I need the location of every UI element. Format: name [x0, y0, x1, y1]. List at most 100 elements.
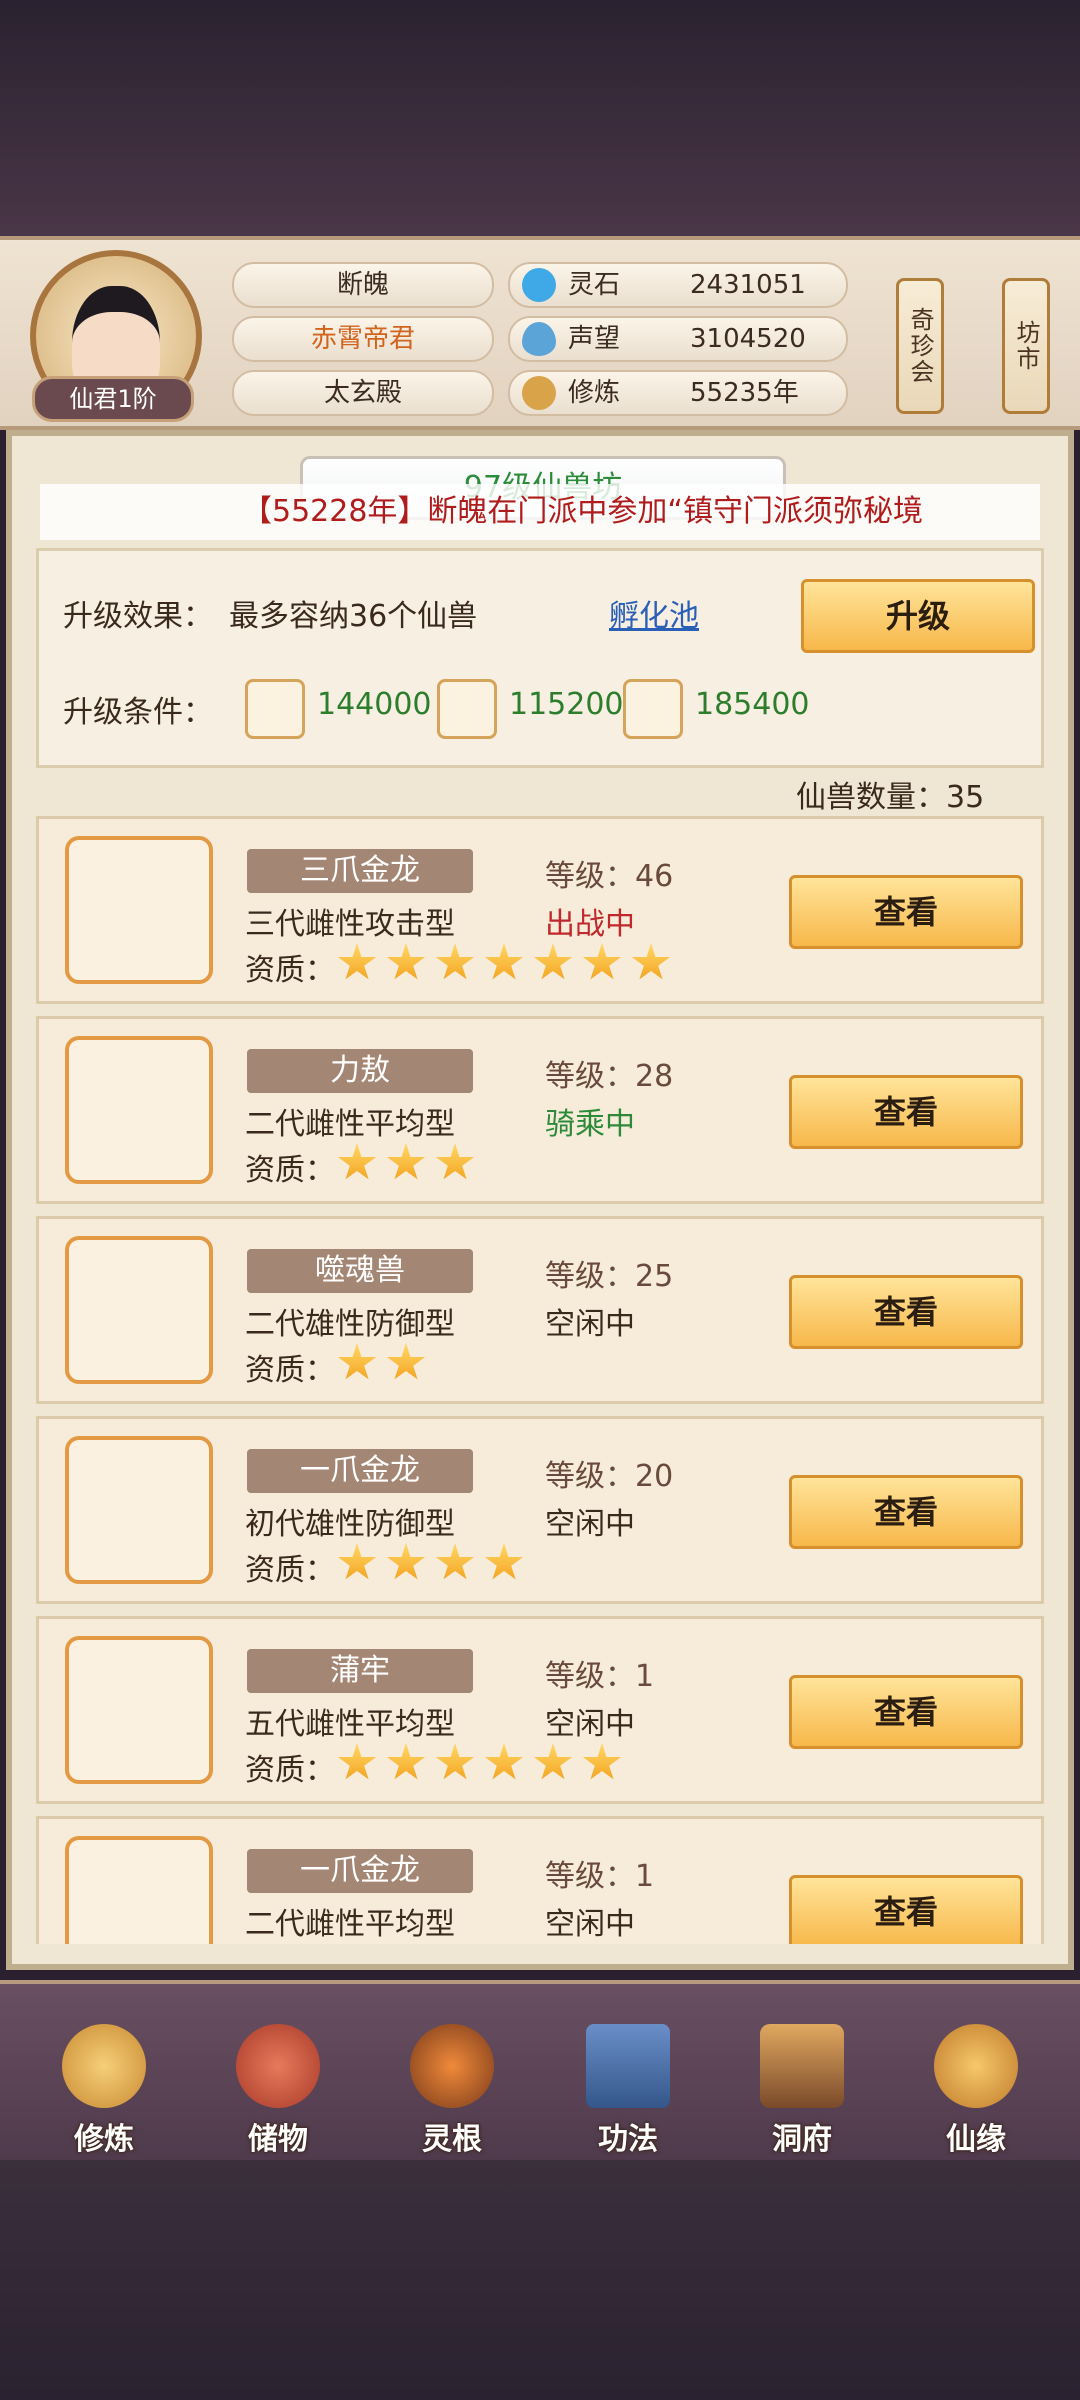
beast-card: 蒲牢 五代雌性平均型 资质： 等级：1 空闲中 查看	[36, 1616, 1044, 1804]
beast-card: 一爪金龙 二代雌性平均型 等级：1 空闲中 查看	[36, 1816, 1044, 1944]
star-icon	[386, 1143, 426, 1180]
view-button[interactable]: 查看	[789, 1875, 1023, 1944]
quality-stars	[337, 1743, 631, 1785]
view-button[interactable]: 查看	[789, 1675, 1023, 1749]
view-button[interactable]: 查看	[789, 1275, 1023, 1349]
hatching-pool-link[interactable]: 孵化池	[609, 591, 699, 635]
star-icon	[386, 1743, 426, 1780]
star-icon	[484, 1543, 524, 1580]
nav-item-spirit-root[interactable]: 灵根	[372, 1984, 532, 2164]
star-icon	[484, 943, 524, 980]
beast-status: 出战中	[545, 907, 635, 942]
beast-name: 一爪金龙	[247, 1849, 473, 1893]
quality-label: 资质：	[245, 1353, 335, 1388]
wood-icon	[437, 679, 497, 739]
upgrade-button[interactable]: 升级	[801, 579, 1035, 653]
bottom-background	[0, 2160, 1080, 2400]
treasure-fair-button[interactable]: 奇珍会	[896, 278, 944, 414]
star-icon	[435, 1543, 475, 1580]
gourd-icon	[934, 2024, 1018, 2108]
resource-value: 55235年	[690, 378, 799, 408]
quality-stars	[337, 1143, 484, 1185]
beast-type: 三代雌性攻击型	[245, 907, 455, 942]
cultivation-icon	[522, 376, 556, 410]
pulao-icon[interactable]	[65, 1636, 213, 1784]
beast-type: 初代雄性防御型	[245, 1507, 455, 1542]
golden-dragon-icon[interactable]	[65, 1836, 213, 1944]
resource-reputation: 声望 3104520	[508, 316, 848, 362]
star-icon	[631, 943, 671, 980]
star-icon	[337, 1143, 377, 1180]
player-header: 仙君1阶 断魄 赤霄帝君 太玄殿 灵石 2431051 声望 3104520 修…	[0, 236, 1080, 430]
spirit-root-icon	[410, 2024, 494, 2108]
nav-item-storage[interactable]: 储物	[198, 1984, 358, 2164]
cave-dwelling-icon	[760, 2024, 844, 2108]
book-icon	[586, 2024, 670, 2108]
upgrade-section: 升级效果： 最多容纳36个仙兽 孵化池 升级 升级条件： 144000 1152…	[36, 548, 1044, 768]
star-icon	[386, 1343, 426, 1380]
star-icon	[337, 943, 377, 980]
announcement-text: 【55228年】断魄在门派中参加“镇守门派须弥秘境	[242, 494, 923, 529]
resource-spirit-stone: 灵石 2431051	[508, 262, 848, 308]
quality-stars	[337, 1543, 533, 1585]
golden-dragon-icon[interactable]	[65, 1436, 213, 1584]
beast-card: 三爪金龙 三代雌性攻击型 资质： 等级：46 出战中 查看	[36, 816, 1044, 1004]
nav-item-cultivate[interactable]: 修炼	[24, 1984, 184, 2164]
market-button[interactable]: 坊市	[1002, 278, 1050, 414]
view-button[interactable]: 查看	[789, 875, 1023, 949]
star-icon	[533, 943, 573, 980]
star-icon	[337, 1343, 377, 1380]
beast-status: 空闲中	[545, 1907, 635, 1942]
rank-badge: 仙君1阶	[32, 376, 194, 422]
top-background	[0, 0, 1080, 240]
beast-card: 噬魂兽 二代雄性防御型 资质： 等级：25 空闲中 查看	[36, 1216, 1044, 1404]
announcement-marquee: 【55228年】断魄在门派中参加“镇守门派须弥秘境	[40, 484, 1040, 540]
star-icon	[582, 1743, 622, 1780]
nav-label: 功法	[598, 2122, 658, 2157]
beast-level: 等级：28	[545, 1059, 674, 1094]
beast-level: 等级：25	[545, 1259, 674, 1294]
resource-value: 3104520	[690, 324, 806, 354]
nav-label: 修炼	[74, 2122, 134, 2157]
beast-name: 噬魂兽	[247, 1249, 473, 1293]
upgrade-effect-label: 升级效果：	[63, 599, 213, 634]
ore-icon	[245, 679, 305, 739]
quality-stars	[337, 943, 680, 985]
star-icon	[435, 1743, 475, 1780]
quality-label: 资质：	[245, 1153, 335, 1188]
beast-count: 仙兽数量：35	[796, 780, 985, 815]
nav-item-techniques[interactable]: 功法	[548, 1984, 708, 2164]
beast-name: 力敖	[247, 1049, 473, 1093]
beast-liao-icon[interactable]	[65, 1036, 213, 1184]
view-button[interactable]: 查看	[789, 1075, 1023, 1149]
nav-item-cave-dwelling[interactable]: 洞府	[722, 1984, 882, 2164]
player-name: 断魄	[232, 262, 494, 308]
spirit-stone-icon	[522, 268, 556, 302]
beast-name: 三爪金龙	[247, 849, 473, 893]
soul-beast-icon[interactable]	[65, 1236, 213, 1384]
resource-label: 修炼	[568, 378, 621, 408]
beast-level: 等级：20	[545, 1459, 674, 1494]
nav-item-fate[interactable]: 仙缘	[896, 1984, 1056, 2164]
beast-name: 一爪金龙	[247, 1449, 473, 1493]
quality-label: 资质：	[245, 1753, 335, 1788]
star-icon	[533, 1743, 573, 1780]
star-icon	[337, 1743, 377, 1780]
player-sect: 太玄殿	[232, 370, 494, 416]
beast-status: 空闲中	[545, 1307, 635, 1342]
beast-status: 空闲中	[545, 1507, 635, 1542]
material-value: 185400	[695, 687, 810, 722]
resource-label: 声望	[568, 324, 621, 354]
herb-icon	[623, 679, 683, 739]
star-icon	[484, 1743, 524, 1780]
beast-level: 等级：46	[545, 859, 674, 894]
beast-name: 蒲牢	[247, 1649, 473, 1693]
nav-label: 洞府	[772, 2122, 832, 2157]
resource-cultivation: 修炼 55235年	[508, 370, 848, 416]
star-icon	[386, 1543, 426, 1580]
beast-status: 空闲中	[545, 1707, 635, 1742]
beast-type: 五代雌性平均型	[245, 1707, 455, 1742]
view-button[interactable]: 查看	[789, 1475, 1023, 1549]
beast-type: 二代雌性平均型	[245, 1907, 455, 1942]
golden-dragon-icon[interactable]	[65, 836, 213, 984]
